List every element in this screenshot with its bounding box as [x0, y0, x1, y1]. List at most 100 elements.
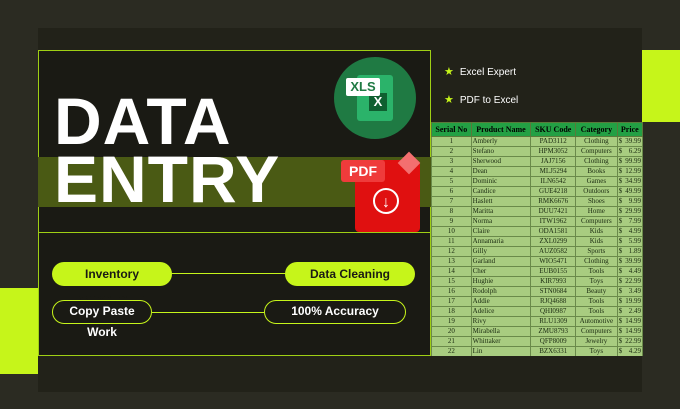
table-cell: Rivy: [470, 316, 532, 327]
table-cell: Home: [575, 206, 618, 217]
currency-symbol: $: [618, 197, 623, 205]
table-cell: AUZ0582: [530, 246, 577, 257]
table-cell: DUU7421: [530, 206, 577, 217]
download-icon: ↓: [373, 188, 399, 214]
currency-symbol: $: [618, 257, 623, 265]
bullet-item: ★ PDF to Excel: [444, 93, 518, 106]
table-cell: Maritta: [470, 206, 532, 217]
column-header: Category: [575, 122, 618, 137]
table-cell: GUE4218: [530, 186, 577, 197]
table-cell: STN0684: [530, 286, 577, 297]
table-cell: $9.99: [616, 196, 643, 207]
table-cell: 19: [431, 316, 472, 327]
table-cell: Kids: [575, 226, 618, 237]
price-value: 12.99: [625, 167, 641, 175]
table-cell: RMK6676: [530, 196, 577, 207]
table-cell: 4: [431, 166, 472, 177]
currency-symbol: $: [618, 187, 623, 195]
table-cell: 22: [431, 346, 472, 356]
table-cell: 11: [431, 236, 472, 247]
table-cell: $3.49: [616, 286, 643, 297]
table-cell: 12: [431, 246, 472, 257]
table-cell: Toys: [575, 276, 618, 287]
header-row: Serial No Product Name SKU Code Category Pri…: [431, 122, 643, 137]
table-cell: $14.99: [616, 316, 643, 327]
currency-symbol: $: [618, 137, 623, 145]
table-cell: Games: [575, 176, 618, 187]
table-cell: $29.99: [616, 206, 643, 217]
price-value: 7.99: [628, 217, 641, 225]
table-row: 18 Adelice QHI0987 Tools $2.49: [431, 306, 643, 317]
currency-symbol: $: [618, 247, 623, 255]
table-cell: Sports: [575, 246, 618, 257]
table-cell: Shoes: [575, 196, 618, 207]
price-value: 49.99: [625, 187, 641, 195]
bullet-label: PDF to Excel: [459, 95, 519, 106]
table-cell: 14: [431, 266, 472, 277]
price-value: 5.99: [628, 237, 641, 245]
currency-symbol: $: [618, 337, 623, 345]
table-cell: Rodolph: [470, 286, 532, 297]
table-cell: ITW1962: [530, 216, 577, 227]
table-cell: 2: [431, 146, 472, 157]
table-cell: 17: [431, 296, 472, 307]
table-cell: $99.99: [616, 156, 643, 167]
price-value: 4.99: [628, 227, 641, 235]
table-row: 5 Dominic ILN6542 Games $34.99: [431, 176, 643, 187]
price-value: 19.99: [625, 297, 641, 305]
column-header: SKU Code: [530, 122, 577, 137]
table-cell: HPM3052: [530, 146, 577, 157]
table-cell: Lin: [470, 346, 532, 356]
table-cell: ILN6542: [530, 176, 577, 187]
table-row: 6 Candice GUE4218 Outdoors $49.99: [431, 186, 643, 197]
price-value: 14.99: [625, 327, 641, 335]
accent-block-top-right: [642, 50, 680, 122]
table-cell: Dominic: [470, 176, 532, 187]
table-cell: Computers: [575, 146, 618, 157]
table-cell: $34.99: [616, 176, 643, 187]
table-row: 7 Haslett RMK6676 Shoes $9.99: [431, 196, 643, 207]
service-pill-copy-paste: Copy Paste Work: [52, 300, 152, 339]
table-cell: $14.99: [616, 326, 643, 337]
price-value: 34.99: [625, 177, 641, 185]
currency-symbol: $: [618, 217, 623, 225]
table-cell: $39.99: [616, 136, 643, 147]
table-row: 8 Maritta DUU7421 Home $29.99: [431, 206, 643, 217]
table-cell: ZXL0299: [530, 236, 577, 247]
table-cell: $1.89: [616, 246, 643, 257]
table-cell: $4.99: [616, 226, 643, 237]
table-row: 22 Lin BZX6331 Toys $4.29: [431, 346, 643, 356]
table-cell: Cher: [470, 266, 532, 277]
table-cell: $22.99: [616, 336, 643, 347]
table-cell: Clothing: [575, 156, 618, 167]
price-value: 39.99: [625, 257, 641, 265]
table-row: 13 Garland WIO5471 Clothing $39.99: [431, 256, 643, 267]
price-value: 29.99: [625, 207, 641, 215]
currency-symbol: $: [618, 327, 623, 335]
price-value: 2.49: [628, 307, 641, 315]
table-row: 21 Whittaker QFP8009 Jewelry $22.99: [431, 336, 643, 347]
table-cell: $4.49: [616, 266, 643, 277]
table-cell: QHI0987: [530, 306, 577, 317]
table-cell: 10: [431, 226, 472, 237]
table-row: 3 Sherwood JAJ7156 Clothing $99.99: [431, 156, 643, 167]
currency-symbol: $: [618, 297, 623, 305]
price-value: 39.99: [625, 137, 641, 145]
currency-symbol: $: [618, 157, 623, 165]
table-cell: Toys: [575, 346, 618, 356]
connector-line: [152, 312, 264, 313]
table-cell: $7.99: [616, 216, 643, 227]
price-value: 4.29: [628, 347, 641, 355]
connector-line: [170, 273, 286, 274]
table-row: 1 Amberly PAD3112 Clothing $39.99: [431, 136, 643, 147]
table-cell: Garland: [470, 256, 532, 267]
table-cell: Jewelry: [575, 336, 618, 347]
table-cell: $49.99: [616, 186, 643, 197]
currency-symbol: $: [618, 177, 623, 185]
table-cell: Annamaria: [470, 236, 532, 247]
table-cell: 9: [431, 216, 472, 227]
table-cell: 15: [431, 276, 472, 287]
currency-symbol: $: [618, 347, 623, 355]
table-row: 16 Rodolph STN0684 Beauty $3.49: [431, 286, 643, 297]
table-row: 17 Addie RJQ4688 Tools $19.99: [431, 296, 643, 307]
